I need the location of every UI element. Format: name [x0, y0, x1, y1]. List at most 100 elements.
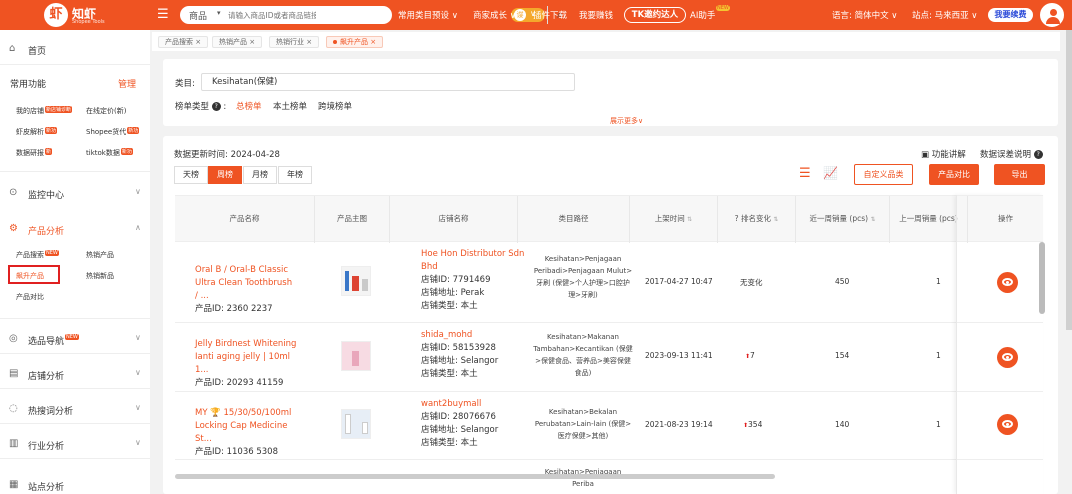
- period-day[interactable]: 天榜: [174, 166, 208, 184]
- col-rank-change[interactable]: ? 排名变化 ⇅: [718, 196, 796, 243]
- avatar[interactable]: [1040, 3, 1064, 27]
- col-main-image: 产品主图: [315, 196, 390, 243]
- nav-earn-money[interactable]: 我要赚钱: [579, 9, 613, 21]
- badge: 新店铺诊断: [45, 106, 73, 113]
- image-part: [345, 271, 349, 291]
- sort-icon: ⇅: [773, 216, 779, 223]
- page-scrollbar[interactable]: [1066, 30, 1072, 330]
- product-name-link[interactable]: MY 🏆 15/30/50/100ml Locking Cap Medicine…: [195, 407, 297, 459]
- logo-sub: Shopee Tools: [72, 19, 105, 25]
- product-name-link[interactable]: Jelly Birdnest Whitening Ianti aging jel…: [195, 338, 297, 390]
- breadcrumb: 产品搜索 × 热销产品 × 热销行业 × 飙升产品 ×: [152, 32, 1060, 51]
- tab-hot-products[interactable]: 热销产品 ×: [212, 36, 263, 48]
- chart-view-icon[interactable]: 📈: [823, 166, 838, 180]
- label: 选品导航: [28, 337, 65, 347]
- sidebar-item-online-pricing[interactable]: 在线定价(新): [86, 106, 126, 116]
- category-select[interactable]: Kesihatan(保健): [201, 73, 575, 91]
- week-sales: 140: [835, 420, 850, 429]
- table-horizontal-scrollbar[interactable]: [175, 474, 775, 479]
- label: 虾皮解析: [16, 128, 44, 136]
- chevron-down-icon[interactable]: ▾: [217, 9, 221, 17]
- sidebar-item-monitor[interactable]: ⊙ 监控中心 ∨: [0, 182, 150, 202]
- error-note[interactable]: 数据误差说明 ?: [980, 148, 1043, 160]
- table-vertical-scrollbar[interactable]: [1039, 242, 1045, 314]
- logo[interactable]: 虾 知虾 Shopee Tools: [44, 3, 114, 27]
- label: 上架时间: [654, 214, 685, 223]
- show-more-link[interactable]: 展示更多∨: [610, 116, 643, 126]
- manage-link[interactable]: 管理: [118, 77, 136, 90]
- store-info: Hoe Hon Distributor Sdn Bhd 店铺ID: 779146…: [421, 248, 531, 313]
- sidebar-item-shopee-forwarder[interactable]: Shopee货代 新功: [86, 127, 140, 137]
- tab-hot-industry[interactable]: 热销行业 ×: [269, 36, 320, 48]
- sidebar-item-industry-analysis[interactable]: ▥ 行业分析 ∨: [0, 433, 150, 453]
- nav-merchant-growth[interactable]: 商家成长 ∨: [473, 9, 516, 21]
- store-name-link[interactable]: shida_mohd: [421, 330, 472, 340]
- store-name-link[interactable]: Hoe Hon Distributor Sdn Bhd: [421, 249, 524, 272]
- sidebar-item-tiktok-data[interactable]: tiktok数据 新功: [86, 148, 133, 158]
- store-name-link[interactable]: want2buymall: [421, 399, 481, 409]
- sidebar-item-product-compare[interactable]: 产品对比: [16, 292, 44, 302]
- tab-product-search[interactable]: 产品搜索 ×: [158, 36, 209, 48]
- table-row[interactable]: Oral B / Oral-B Classic Ultra Clean Toot…: [175, 242, 1043, 323]
- sidebar-item-home[interactable]: ⌂ 首页: [0, 38, 150, 58]
- label: 数据研报: [16, 149, 44, 157]
- search-input[interactable]: [228, 7, 316, 23]
- help-icon[interactable]: ?: [211, 102, 221, 111]
- feature-intro[interactable]: ▣ 功能讲解: [921, 148, 966, 160]
- col-week-sales[interactable]: 近一周销量 (pcs) ⇅: [796, 196, 890, 243]
- chat-icon: ◌: [9, 403, 18, 414]
- label: 功能讲解: [931, 150, 966, 160]
- renew-button[interactable]: 我要续费: [988, 8, 1033, 22]
- sidebar-label: 首页: [28, 47, 47, 57]
- sidebar-item-product-analysis[interactable]: ⚙ 产品分析 ∧: [0, 218, 150, 238]
- type-local[interactable]: 本土榜单: [273, 100, 307, 112]
- sidebar-item-keyword-analysis[interactable]: ◌ 热搜词分析 ∨: [0, 398, 150, 418]
- table-row[interactable]: Jelly Birdnest Whitening Ianti aging jel…: [175, 323, 1043, 392]
- sidebar-item-store-analysis[interactable]: ▤ 店铺分析 ∨: [0, 363, 150, 383]
- sidebar-item-hot-products[interactable]: 热销产品: [86, 250, 114, 260]
- col-listing-time[interactable]: 上架时间 ⇅: [630, 196, 718, 243]
- custom-category-button[interactable]: 自定义品类: [854, 164, 913, 185]
- rank-change: ⬆354: [743, 420, 762, 429]
- type-total[interactable]: 总榜单: [236, 100, 262, 112]
- ai-assistant[interactable]: AI助手: [690, 9, 715, 21]
- language-select[interactable]: 语言: 简体中文 ∨: [832, 9, 898, 21]
- image-part: [362, 422, 368, 434]
- rank-change: 无变化: [740, 278, 763, 287]
- type-cross-border[interactable]: 跨境榜单: [318, 100, 352, 112]
- sidebar-item-select-nav[interactable]: ◎ 选品导航 NEW ∨: [0, 328, 150, 348]
- product-image[interactable]: [341, 409, 371, 439]
- prev-week-sales: 1: [936, 420, 941, 429]
- table-row[interactable]: MY 🏆 15/30/50/100ml Locking Cap Medicine…: [175, 392, 1043, 460]
- sidebar-item-data-report[interactable]: 数据研报新: [16, 148, 53, 158]
- search-category[interactable]: 商品: [189, 9, 207, 22]
- export-button[interactable]: 导出: [994, 164, 1045, 185]
- sidebar-item-more-analysis[interactable]: ▦ 站点分析: [0, 468, 150, 494]
- period-week[interactable]: 周榜: [208, 166, 242, 184]
- product-name-link[interactable]: Oral B / Oral-B Classic Ultra Clean Toot…: [195, 264, 297, 316]
- menu-toggle-icon[interactable]: ☰: [157, 8, 169, 22]
- period-month[interactable]: 月榜: [243, 166, 277, 184]
- divider: [0, 458, 150, 459]
- label: 飙升产品 ×: [340, 38, 377, 46]
- nav-plugin-download[interactable]: 插件下载: [533, 9, 567, 21]
- sidebar-item-product-search[interactable]: 产品搜索 NEW: [16, 250, 59, 260]
- label: Shopee货代: [86, 128, 127, 136]
- help-icon: ?: [734, 214, 739, 223]
- sort-icon: ⇅: [870, 216, 876, 223]
- product-image[interactable]: [341, 341, 371, 371]
- compare-button[interactable]: 产品对比: [929, 164, 979, 185]
- sidebar-item-my-store[interactable]: 我的店铺 新店铺诊断: [16, 106, 73, 116]
- sidebar-item-shopee-parse[interactable]: 虾皮解析 新功: [16, 127, 58, 137]
- nav-category-preset[interactable]: 常用类目预设 ∨: [398, 9, 458, 21]
- badge: 新功: [127, 127, 140, 134]
- sidebar-item-hot-new[interactable]: 热销新品: [86, 271, 114, 281]
- site-select[interactable]: 站点: 马来西亚 ∨: [912, 9, 978, 21]
- period-year[interactable]: 年榜: [278, 166, 312, 184]
- badge: 新: [45, 148, 53, 155]
- tab-rising-products[interactable]: 飙升产品 ×: [326, 36, 384, 48]
- product-image[interactable]: [341, 266, 371, 296]
- list-view-icon[interactable]: ☰: [799, 166, 811, 181]
- tk-invite-button[interactable]: TK邀约达人: [624, 7, 686, 23]
- store-info: shida_mohd 店铺ID: 58153928 店铺地址: Selangor…: [421, 329, 531, 381]
